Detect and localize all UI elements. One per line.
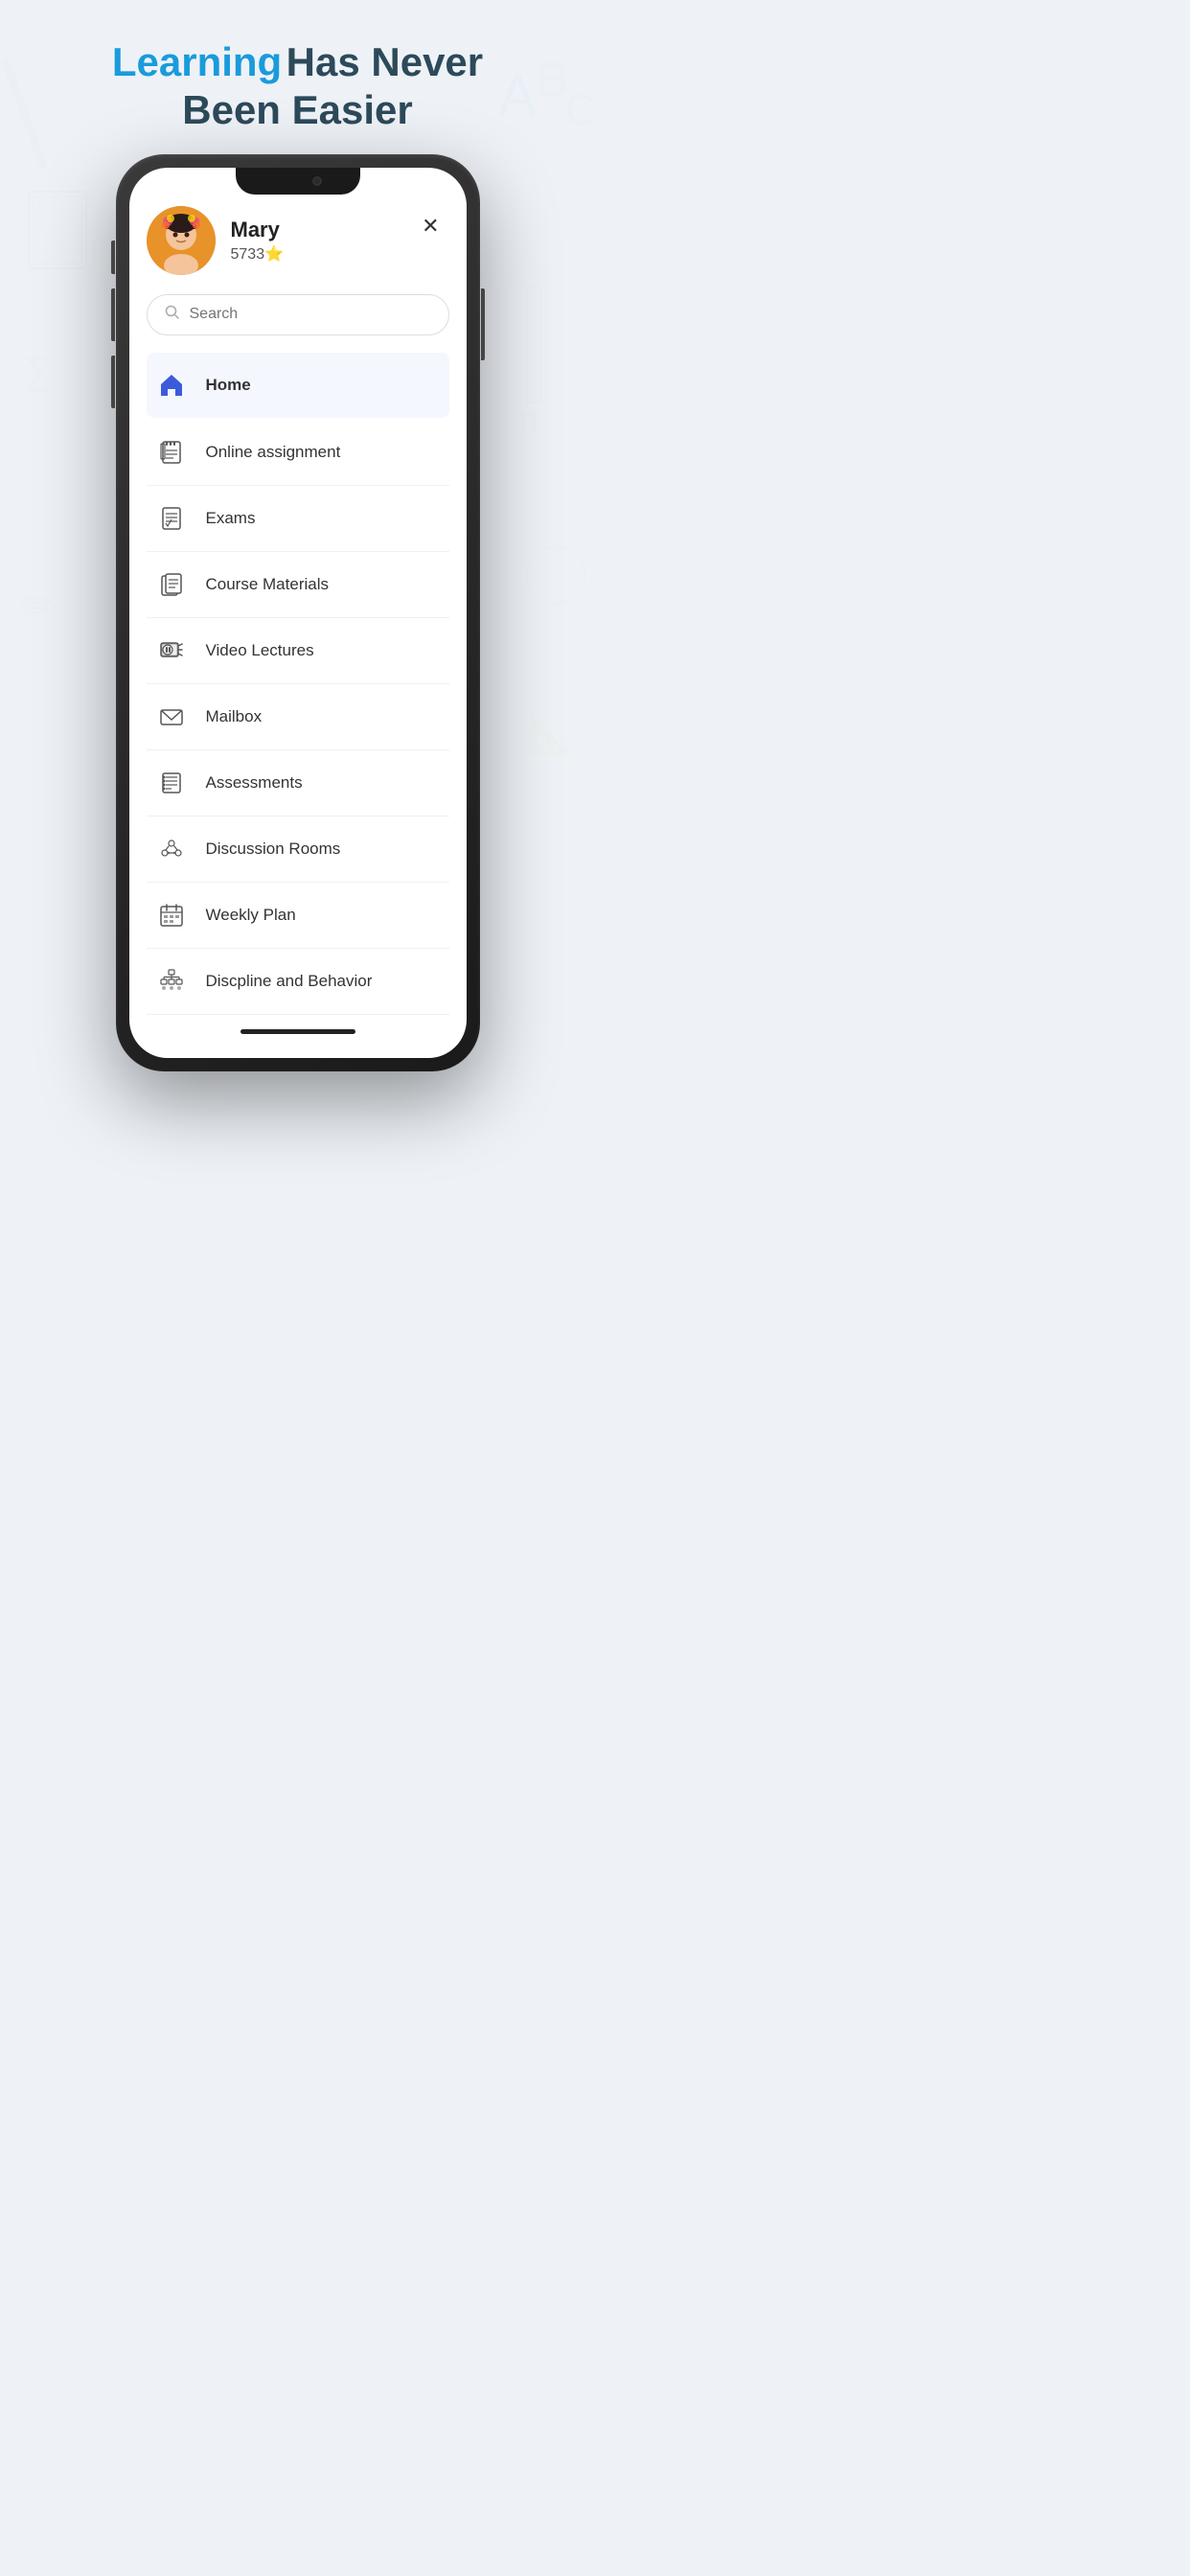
menu-item-mailbox[interactable]: Mailbox xyxy=(147,684,449,750)
menu-label-discipline-behavior: Discpline and Behavior xyxy=(206,972,373,991)
user-points: 5733⭐ xyxy=(231,244,285,264)
phone-notch xyxy=(236,168,360,195)
search-bar[interactable] xyxy=(147,294,449,335)
menu-item-video-lectures[interactable]: Video Lectures xyxy=(147,618,449,684)
menu-label-online-assignment: Online assignment xyxy=(206,443,341,462)
video-icon xyxy=(154,633,189,668)
assignment-icon xyxy=(154,435,189,470)
phone-screen: Mary 5733⭐ xyxy=(129,168,467,1058)
user-info: Mary 5733⭐ xyxy=(231,218,285,264)
avatar xyxy=(147,206,216,275)
discussion-icon xyxy=(154,832,189,866)
user-profile: Mary 5733⭐ xyxy=(147,201,449,275)
svg-text:∑: ∑ xyxy=(24,350,52,392)
discipline-icon xyxy=(154,964,189,999)
phone-mockup: ✕ xyxy=(116,154,480,1071)
menu-item-weekly-plan[interactable]: Weekly Plan xyxy=(147,883,449,949)
calendar-icon xyxy=(154,898,189,932)
svg-text:π: π xyxy=(517,402,540,439)
phone-button-volume-down xyxy=(111,356,115,408)
phone-button-power xyxy=(481,288,485,360)
svg-text:B: B xyxy=(537,53,568,106)
header-word-rest1: Has Never xyxy=(286,39,483,84)
menu-label-assessments: Assessments xyxy=(206,773,303,793)
svg-text:A: A xyxy=(498,63,537,127)
menu-list: Home xyxy=(147,353,449,1015)
svg-text:C: C xyxy=(565,85,595,134)
phone-camera xyxy=(312,176,322,186)
phone-button-mute xyxy=(111,241,115,274)
home-indicator xyxy=(240,1029,355,1034)
menu-label-course-materials: Course Materials xyxy=(206,575,330,594)
mail-icon xyxy=(154,700,189,734)
header-word-learning: Learning xyxy=(112,39,282,84)
menu-item-online-assignment[interactable]: Online assignment xyxy=(147,420,449,486)
user-name: Mary xyxy=(231,218,285,242)
close-button[interactable]: ✕ xyxy=(422,214,439,239)
menu-label-exams: Exams xyxy=(206,509,256,528)
svg-text:✏: ✏ xyxy=(19,580,59,633)
menu-label-discussion-rooms: Discussion Rooms xyxy=(206,840,341,859)
menu-item-course-materials[interactable]: Course Materials xyxy=(147,552,449,618)
menu-label-home: Home xyxy=(206,376,251,395)
assessments-icon xyxy=(154,766,189,800)
header-title: Learning Has Never Been Easier xyxy=(112,38,483,135)
menu-label-video-lectures: Video Lectures xyxy=(206,641,314,660)
menu-label-weekly-plan: Weekly Plan xyxy=(206,906,296,925)
menu-item-home[interactable]: Home xyxy=(147,353,449,418)
menu-item-exams[interactable]: Exams xyxy=(147,486,449,552)
header-word-rest2: Been Easier xyxy=(182,87,412,132)
phone-inner-frame: ✕ xyxy=(129,168,467,1058)
menu-item-discipline-behavior[interactable]: Discpline and Behavior xyxy=(147,949,449,1015)
search-input[interactable] xyxy=(190,306,431,323)
menu-item-assessments[interactable]: Assessments xyxy=(147,750,449,816)
menu-label-mailbox: Mailbox xyxy=(206,707,263,726)
menu-item-discussion-rooms[interactable]: Discussion Rooms xyxy=(147,816,449,883)
phone-outer-frame: ✕ xyxy=(116,154,480,1071)
materials-icon xyxy=(154,567,189,602)
home-icon xyxy=(154,368,189,402)
phone-button-volume-up xyxy=(111,288,115,341)
svg-text:📐: 📐 xyxy=(527,712,575,756)
exams-icon xyxy=(154,501,189,536)
search-icon xyxy=(165,305,180,325)
